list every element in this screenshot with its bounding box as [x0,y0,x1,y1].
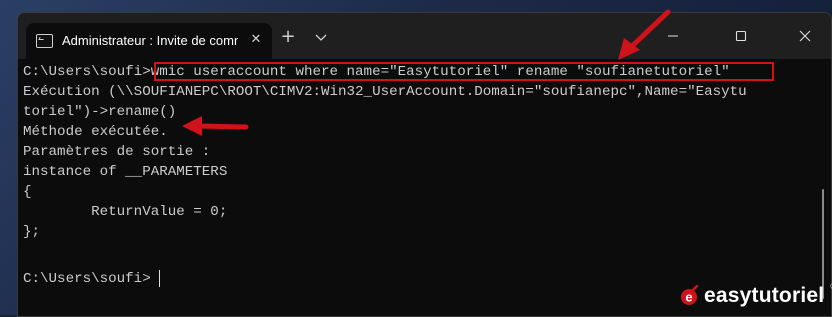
terminal-line: Méthode exécutée. [23,124,168,140]
close-button[interactable] [782,13,828,59]
terminal-output[interactable]: C:\Users\soufi>wmic useraccount where na… [18,59,831,316]
tab-title: Administrateur : Invite de comm [62,33,238,48]
terminal-line: Paramètres de sortie : [23,144,211,160]
title-bar[interactable]: Administrateur : Invite de comm ✕ + [18,13,831,59]
terminal-line: ReturnValue = 0; [23,204,228,220]
terminal-line: toriel")->rename() [23,104,177,120]
chevron-down-icon[interactable] [312,28,330,46]
terminal-prompt: C:\Users\soufi> [23,271,151,287]
new-tab-button[interactable]: + [278,27,298,47]
terminal-line: instance of __PARAMETERS [23,164,228,180]
terminal-line: { [23,184,32,200]
arrow-down-icon [618,9,671,60]
terminal-line: Exécution (\\SOUFIANEPC\ROOT\CIMV2:Win32… [23,84,747,100]
maximize-icon [735,30,747,42]
close-icon [799,30,811,42]
maximize-button[interactable] [718,13,764,59]
command-highlight-box [154,62,774,81]
text-cursor [159,270,160,287]
logo-mark-icon: e [678,284,700,307]
terminal-line: }; [23,224,41,240]
terminal-window: Administrateur : Invite de comm ✕ + C:\U… [17,12,832,317]
tab-administrator-cmd[interactable]: Administrateur : Invite de comm ✕ [26,23,272,59]
logo-text: easytutoriel [704,284,825,307]
cmd-icon [36,34,53,48]
tab-close-icon[interactable]: ✕ [248,31,264,49]
easytutoriel-logo: e easytutoriel ® [678,282,832,310]
arrow-left-icon [182,116,249,136]
